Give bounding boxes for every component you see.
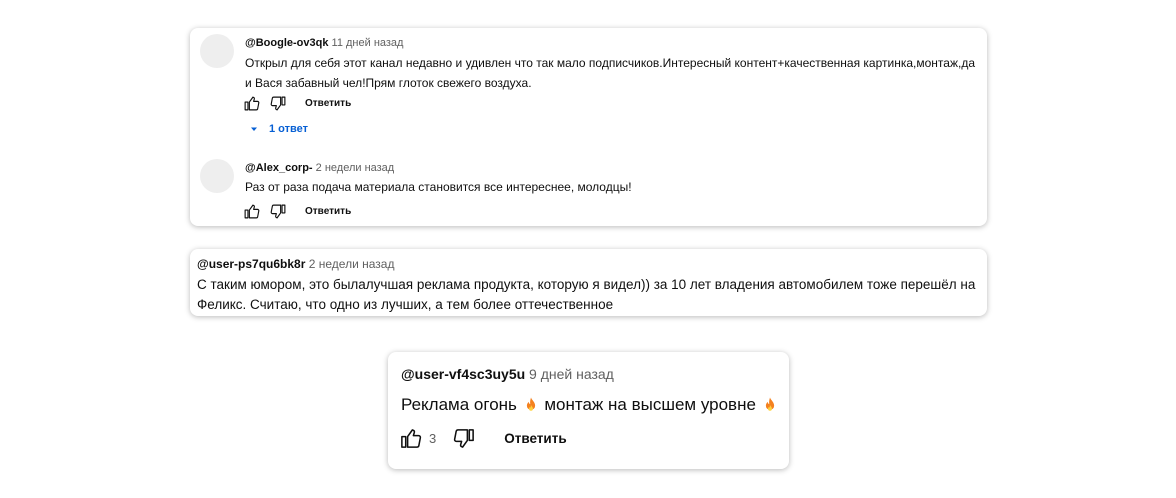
- thumbs-down-icon[interactable]: [269, 94, 287, 112]
- thumbs-up-icon[interactable]: [242, 94, 260, 112]
- comment-card: @user-vf4sc3uy5u 9 дней назад Реклама ог…: [388, 352, 789, 469]
- comment-header: @user-vf4sc3uy5u 9 дней назад: [401, 366, 614, 382]
- thumbs-down-icon[interactable]: [452, 426, 476, 450]
- fire-emoji: [761, 395, 779, 415]
- comment-text: Открыл для себя этот канал недавно и уди…: [245, 56, 975, 90]
- thumbs-down-icon[interactable]: [269, 202, 287, 220]
- reply-button[interactable]: Ответить: [305, 98, 351, 109]
- comment-text-part: Реклама огонь: [401, 395, 522, 414]
- show-replies-button[interactable]: 1 ответ: [248, 123, 308, 135]
- fire-emoji: [522, 395, 540, 415]
- thumbs-up-icon[interactable]: [398, 426, 422, 450]
- comment-time[interactable]: 11 дней назад: [332, 37, 404, 49]
- caret-down-icon: [248, 123, 260, 135]
- comment-author[interactable]: @user-vf4sc3uy5u: [401, 366, 525, 382]
- comment-actions: Ответить: [242, 94, 351, 112]
- comment-author[interactable]: @Boogle-ov3qk: [245, 37, 328, 49]
- avatar[interactable]: [200, 159, 234, 193]
- comment-text: С таким юмором, это былалучшая реклама п…: [197, 277, 976, 312]
- comment-text: Раз от раза подача материала становится …: [245, 180, 632, 194]
- comment-header: @user-ps7qu6bk8r 2 недели назад: [197, 257, 394, 271]
- reply-button[interactable]: Ответить: [305, 206, 351, 217]
- replies-count-label: 1 ответ: [269, 123, 308, 135]
- thumbs-up-icon[interactable]: [242, 202, 260, 220]
- comment-author[interactable]: @Alex_corp-: [245, 162, 313, 174]
- comment-header: @Boogle-ov3qk 11 дней назад: [245, 37, 403, 49]
- comment-time[interactable]: 2 недели назад: [316, 162, 395, 174]
- comment-actions: Ответить: [242, 202, 351, 220]
- comment-header: @Alex_corp- 2 недели назад: [245, 162, 394, 174]
- comment-text: Реклама огонь монтаж на высшем уровне: [401, 393, 781, 417]
- avatar[interactable]: [200, 34, 234, 68]
- comment-time[interactable]: 9 дней назад: [529, 366, 614, 382]
- comment-card: @user-ps7qu6bk8r 2 недели назад С таким …: [190, 249, 987, 316]
- comment-time[interactable]: 2 недели назад: [309, 257, 395, 271]
- reply-button[interactable]: Ответить: [504, 431, 566, 446]
- comment-card-thread: @Boogle-ov3qk 11 дней назад Открыл для с…: [190, 28, 987, 226]
- comment-text-part: монтаж на высшем уровне: [539, 395, 761, 414]
- comment-actions: 3 Ответить: [398, 426, 567, 450]
- comment-author[interactable]: @user-ps7qu6bk8r: [197, 257, 305, 271]
- like-count: 3: [429, 430, 437, 446]
